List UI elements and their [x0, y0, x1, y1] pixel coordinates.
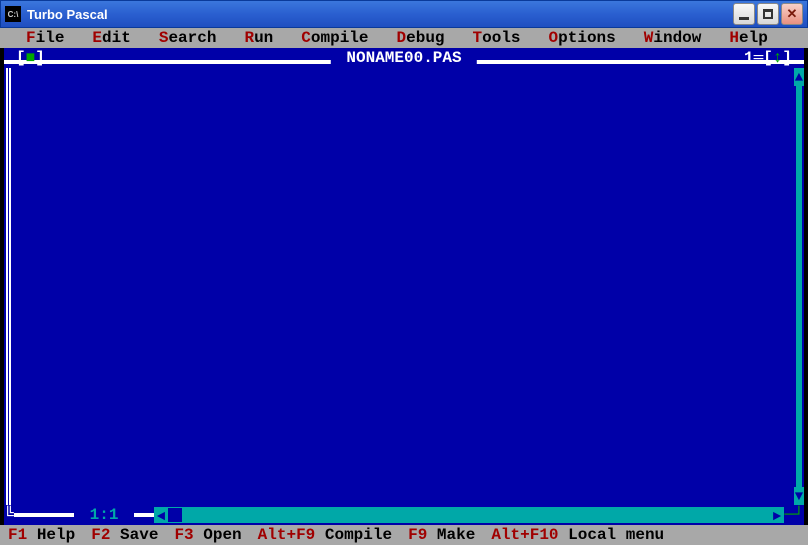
status-compile[interactable]: Alt+F9 Compile — [258, 525, 408, 545]
titlebar[interactable]: C:\ Turbo Pascal ✕ — [0, 0, 808, 28]
close-button[interactable]: ✕ — [781, 3, 803, 25]
editor-window[interactable]: [■] NONAME00.PAS 1═[↕] ▲ ▼ ╚ 1:1 ◄ ► ─┘ — [4, 48, 804, 525]
status-localmenu[interactable]: Alt+F10 Local menu — [491, 525, 680, 545]
status-open[interactable]: F3 Open — [174, 525, 257, 545]
app-icon: C:\ — [5, 6, 21, 22]
window-title: Turbo Pascal — [27, 7, 733, 22]
menu-tools[interactable]: Tools — [459, 28, 535, 48]
frame-left — [4, 68, 12, 505]
status-help[interactable]: F1 Help — [8, 525, 91, 545]
statusbar: F1 Help F2 Save F3 Open Alt+F9 Compile F… — [0, 525, 808, 545]
cursor-position: 1:1 — [74, 505, 134, 525]
menu-search[interactable]: Search — [145, 28, 231, 48]
minimize-button[interactable] — [733, 3, 755, 25]
scroll-right-icon[interactable]: ► — [770, 507, 784, 523]
menu-debug[interactable]: Debug — [383, 28, 459, 48]
menu-options[interactable]: Options — [535, 28, 630, 48]
scroll-left-icon[interactable]: ◄ — [154, 507, 168, 523]
menubar: File Edit Search Run Compile Debug Tools… — [0, 28, 808, 48]
window-close-box[interactable]: [■] — [16, 48, 45, 68]
frame-corner-bl: ╚ — [4, 505, 14, 525]
window-number[interactable]: 1═[↕] — [744, 48, 792, 68]
menu-run[interactable]: Run — [230, 28, 287, 48]
resize-handle[interactable]: ─┘ — [784, 505, 804, 525]
menu-window[interactable]: Window — [630, 28, 716, 48]
maximize-button[interactable] — [757, 3, 779, 25]
vertical-scrollbar[interactable]: ▲ ▼ — [794, 68, 804, 505]
horizontal-scrollbar[interactable]: ◄ ► — [154, 507, 784, 523]
menu-file[interactable]: File — [12, 28, 78, 48]
status-save[interactable]: F2 Save — [91, 525, 174, 545]
frame-bottom: ╚ 1:1 ◄ ► ─┘ — [4, 505, 804, 525]
menu-help[interactable]: Help — [715, 28, 781, 48]
scroll-up-icon[interactable]: ▲ — [794, 68, 804, 86]
editor-filename: NONAME00.PAS — [331, 48, 477, 68]
frame-top: [■] NONAME00.PAS 1═[↕] — [4, 48, 804, 68]
scroll-h-thumb[interactable] — [168, 508, 182, 522]
status-make[interactable]: F9 Make — [408, 525, 491, 545]
scroll-down-icon[interactable]: ▼ — [794, 487, 804, 505]
menu-edit[interactable]: Edit — [78, 28, 144, 48]
dos-screen: File Edit Search Run Compile Debug Tools… — [0, 28, 808, 545]
menu-compile[interactable]: Compile — [287, 28, 382, 48]
scroll-v-track[interactable] — [796, 86, 802, 487]
